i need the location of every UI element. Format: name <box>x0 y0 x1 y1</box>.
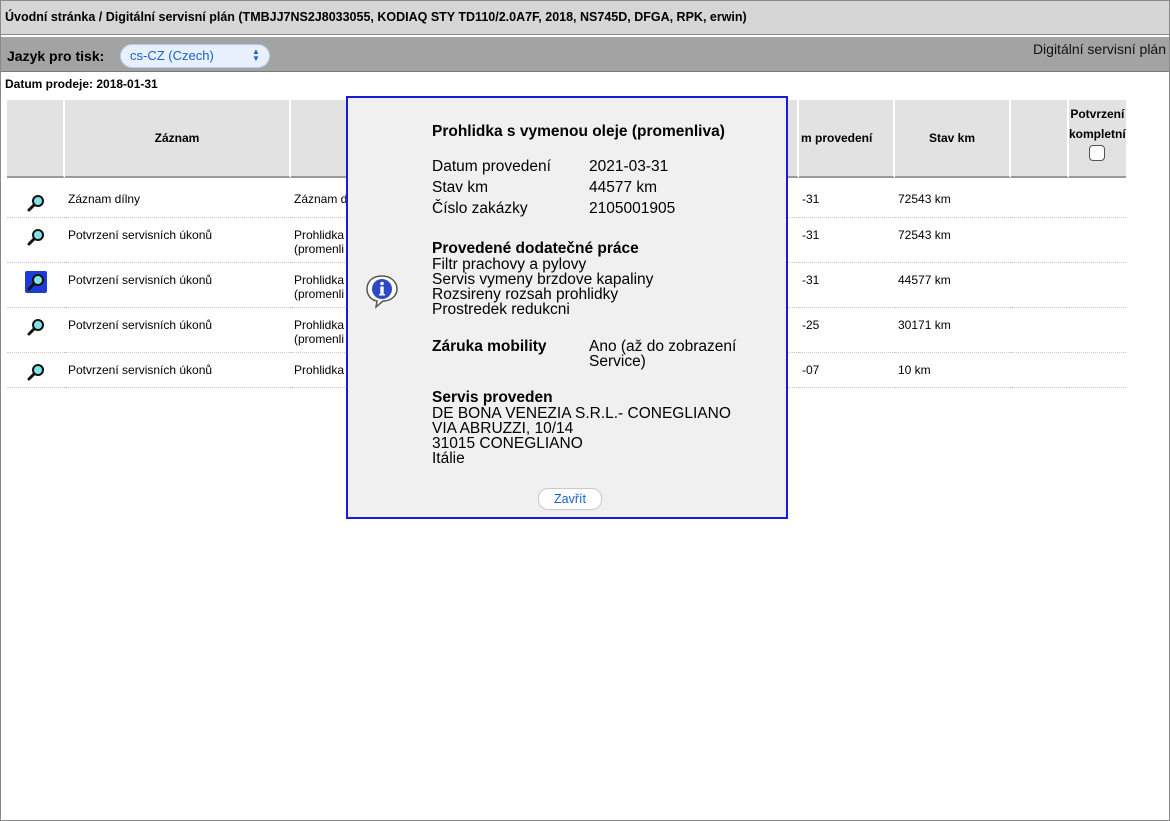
extra-work-item: Servis vymeny brzdove kapaliny <box>432 271 654 288</box>
row-detail-line1: Prohlidka <box>294 363 345 377</box>
mobility-value-line1: Ano (až do zobrazení <box>589 338 737 355</box>
row-icon-cell[interactable] <box>7 308 65 353</box>
row-detail-line2: (promenli <box>294 287 345 301</box>
row-confirm <box>1069 178 1126 218</box>
dialog-title: Prohlidka s vymenou oleje (promenliva) <box>432 123 725 140</box>
row-km: 72543 km <box>895 218 1011 263</box>
row-km: 10 km <box>895 353 1011 388</box>
row-detail-line2: (promenli <box>294 242 345 256</box>
field-label: Číslo zakázky <box>432 200 528 217</box>
row-km: 72543 km <box>895 178 1011 218</box>
sale-date: Datum prodeje: 2018-01-31 <box>5 77 158 91</box>
field-label: Stav km <box>432 179 488 196</box>
language-select-value: cs-CZ (Czech) <box>130 48 214 63</box>
row-detail-line2: (promenli <box>294 332 345 346</box>
row-blank <box>1011 218 1069 263</box>
row-record: Potvrzení servisních úkonů <box>65 218 291 263</box>
language-select[interactable]: cs-CZ (Czech) ▲ ▼ <box>120 44 270 68</box>
breadcrumb[interactable]: Úvodní stránka / Digitální servisní plán… <box>5 10 747 24</box>
extra-work-item: Filtr prachovy a pylovy <box>432 256 587 273</box>
row-confirm <box>1069 218 1126 263</box>
row-record: Potvrzení servisních úkonů <box>65 353 291 388</box>
field-value: 2105001905 <box>589 200 676 217</box>
row-icon-cell[interactable] <box>7 263 65 308</box>
service-line: DE BONA VENEZIA S.R.L.- CONEGLIANO <box>432 405 731 422</box>
field-label: Datum provedení <box>432 158 551 175</box>
magnifier-icon[interactable] <box>25 316 47 338</box>
header-confirm-line1: Potvrzení <box>1070 107 1125 121</box>
service-line: VIA ABRUZZI, 10/14 <box>432 420 574 437</box>
row-detail-line1: Záznam d <box>294 192 348 206</box>
extra-work-item: Rozsireny rozsah prohlidky <box>432 286 619 303</box>
row-detail-line1: Prohlidka <box>294 273 345 287</box>
field-value: 2021-03-31 <box>589 158 669 175</box>
confirm-all-checkbox[interactable] <box>1089 145 1106 161</box>
row-detail-line1: Prohlidka <box>294 318 345 332</box>
row-date: -07 <box>799 353 895 388</box>
row-icon-cell[interactable] <box>7 353 65 388</box>
row-blank <box>1011 308 1069 353</box>
row-record: Záznam dílny <box>65 178 291 218</box>
row-detail-line1: Prohlidka <box>294 228 345 242</box>
language-label: Jazyk pro tisk: <box>7 48 105 64</box>
info-icon <box>366 275 398 309</box>
select-arrows-icon: ▲ ▼ <box>252 47 260 63</box>
language-bar: Jazyk pro tisk: cs-CZ (Czech) ▲ ▼ Digitál… <box>1 37 1169 72</box>
row-blank <box>1011 178 1069 218</box>
row-blank <box>1011 263 1069 308</box>
row-blank <box>1011 353 1069 388</box>
magnifier-icon[interactable] <box>25 361 47 383</box>
field-value: 44577 km <box>589 179 658 196</box>
header-confirm-line2: kompletní <box>1069 127 1126 141</box>
row-km: 30171 km <box>895 308 1011 353</box>
header-record[interactable]: Záznam <box>65 100 291 178</box>
service-line: 31015 CONEGLIANO <box>432 435 583 452</box>
row-confirm <box>1069 263 1126 308</box>
row-confirm <box>1069 353 1126 388</box>
app-title: Digitální servisní plán <box>1032 41 1166 57</box>
breadcrumb-bar: Úvodní stránka / Digitální servisní plán… <box>1 1 1169 35</box>
row-record: Potvrzení servisních úkonů <box>65 263 291 308</box>
mobility-value-line2: Service) <box>589 353 646 370</box>
row-record: Potvrzení servisních úkonů <box>65 308 291 353</box>
close-button[interactable]: Zavřít <box>538 488 602 510</box>
header-date[interactable]: m provedení <box>799 100 895 178</box>
service-detail-dialog: Prohlidka s vymenou oleje (promenliva) D… <box>346 96 788 519</box>
mobility-label: Záruka mobility <box>432 338 547 355</box>
row-date: -31 <box>799 263 895 308</box>
magnifier-icon-selected[interactable] <box>25 271 47 293</box>
row-icon-cell[interactable] <box>7 178 65 218</box>
magnifier-icon[interactable] <box>25 192 47 214</box>
extra-work-item: Prostredek redukcni <box>432 301 570 318</box>
row-date: -31 <box>799 178 895 218</box>
row-date: -25 <box>799 308 895 353</box>
header-confirm: Potvrzení kompletní <box>1069 100 1126 178</box>
row-km: 44577 km <box>895 263 1011 308</box>
service-line: Itálie <box>432 450 465 467</box>
header-icon-col <box>7 100 65 178</box>
header-mileage[interactable]: Stav km <box>895 100 1011 178</box>
row-date: -31 <box>799 218 895 263</box>
row-confirm <box>1069 308 1126 353</box>
row-icon-cell[interactable] <box>7 218 65 263</box>
header-blank <box>1011 100 1069 178</box>
magnifier-icon[interactable] <box>25 226 47 248</box>
